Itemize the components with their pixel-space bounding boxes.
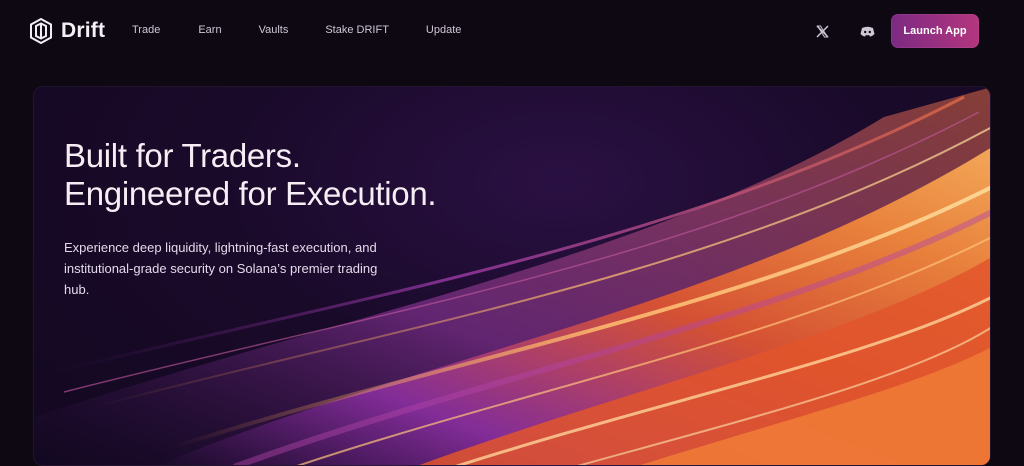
- discord-link[interactable]: [857, 22, 877, 40]
- brand-logo-link[interactable]: Drift: [30, 18, 105, 44]
- launch-app-button[interactable]: Launch App: [891, 14, 979, 48]
- nav-link-trade[interactable]: Trade: [132, 24, 160, 36]
- drift-logo-icon: [30, 18, 52, 44]
- hero-subtitle: Experience deep liquidity, lightning-fas…: [64, 240, 378, 297]
- nav-link-update[interactable]: Update: [426, 24, 461, 36]
- x-twitter-icon: [815, 24, 829, 38]
- nav-link-earn[interactable]: Earn: [198, 24, 221, 36]
- nav-link-stake-drift[interactable]: Stake DRIFT: [325, 24, 389, 36]
- brand-name: Drift: [61, 19, 106, 42]
- main-nav-links: Trade Earn Vaults Stake DRIFT Update: [132, 24, 497, 36]
- top-navigation: Drift Trade Earn Vaults Stake DRIFT Upda…: [0, 0, 1024, 62]
- nav-link-vaults[interactable]: Vaults: [259, 24, 289, 36]
- hero-title-line-2: Engineered for Execution.: [64, 175, 437, 212]
- hero-title-line-1: Built for Traders.: [64, 137, 301, 174]
- hero-title: Built for Traders. Engineered for Execut…: [64, 137, 437, 213]
- discord-icon: [860, 26, 874, 36]
- hero-banner: Built for Traders. Engineered for Execut…: [33, 86, 991, 466]
- x-twitter-link[interactable]: [812, 22, 832, 40]
